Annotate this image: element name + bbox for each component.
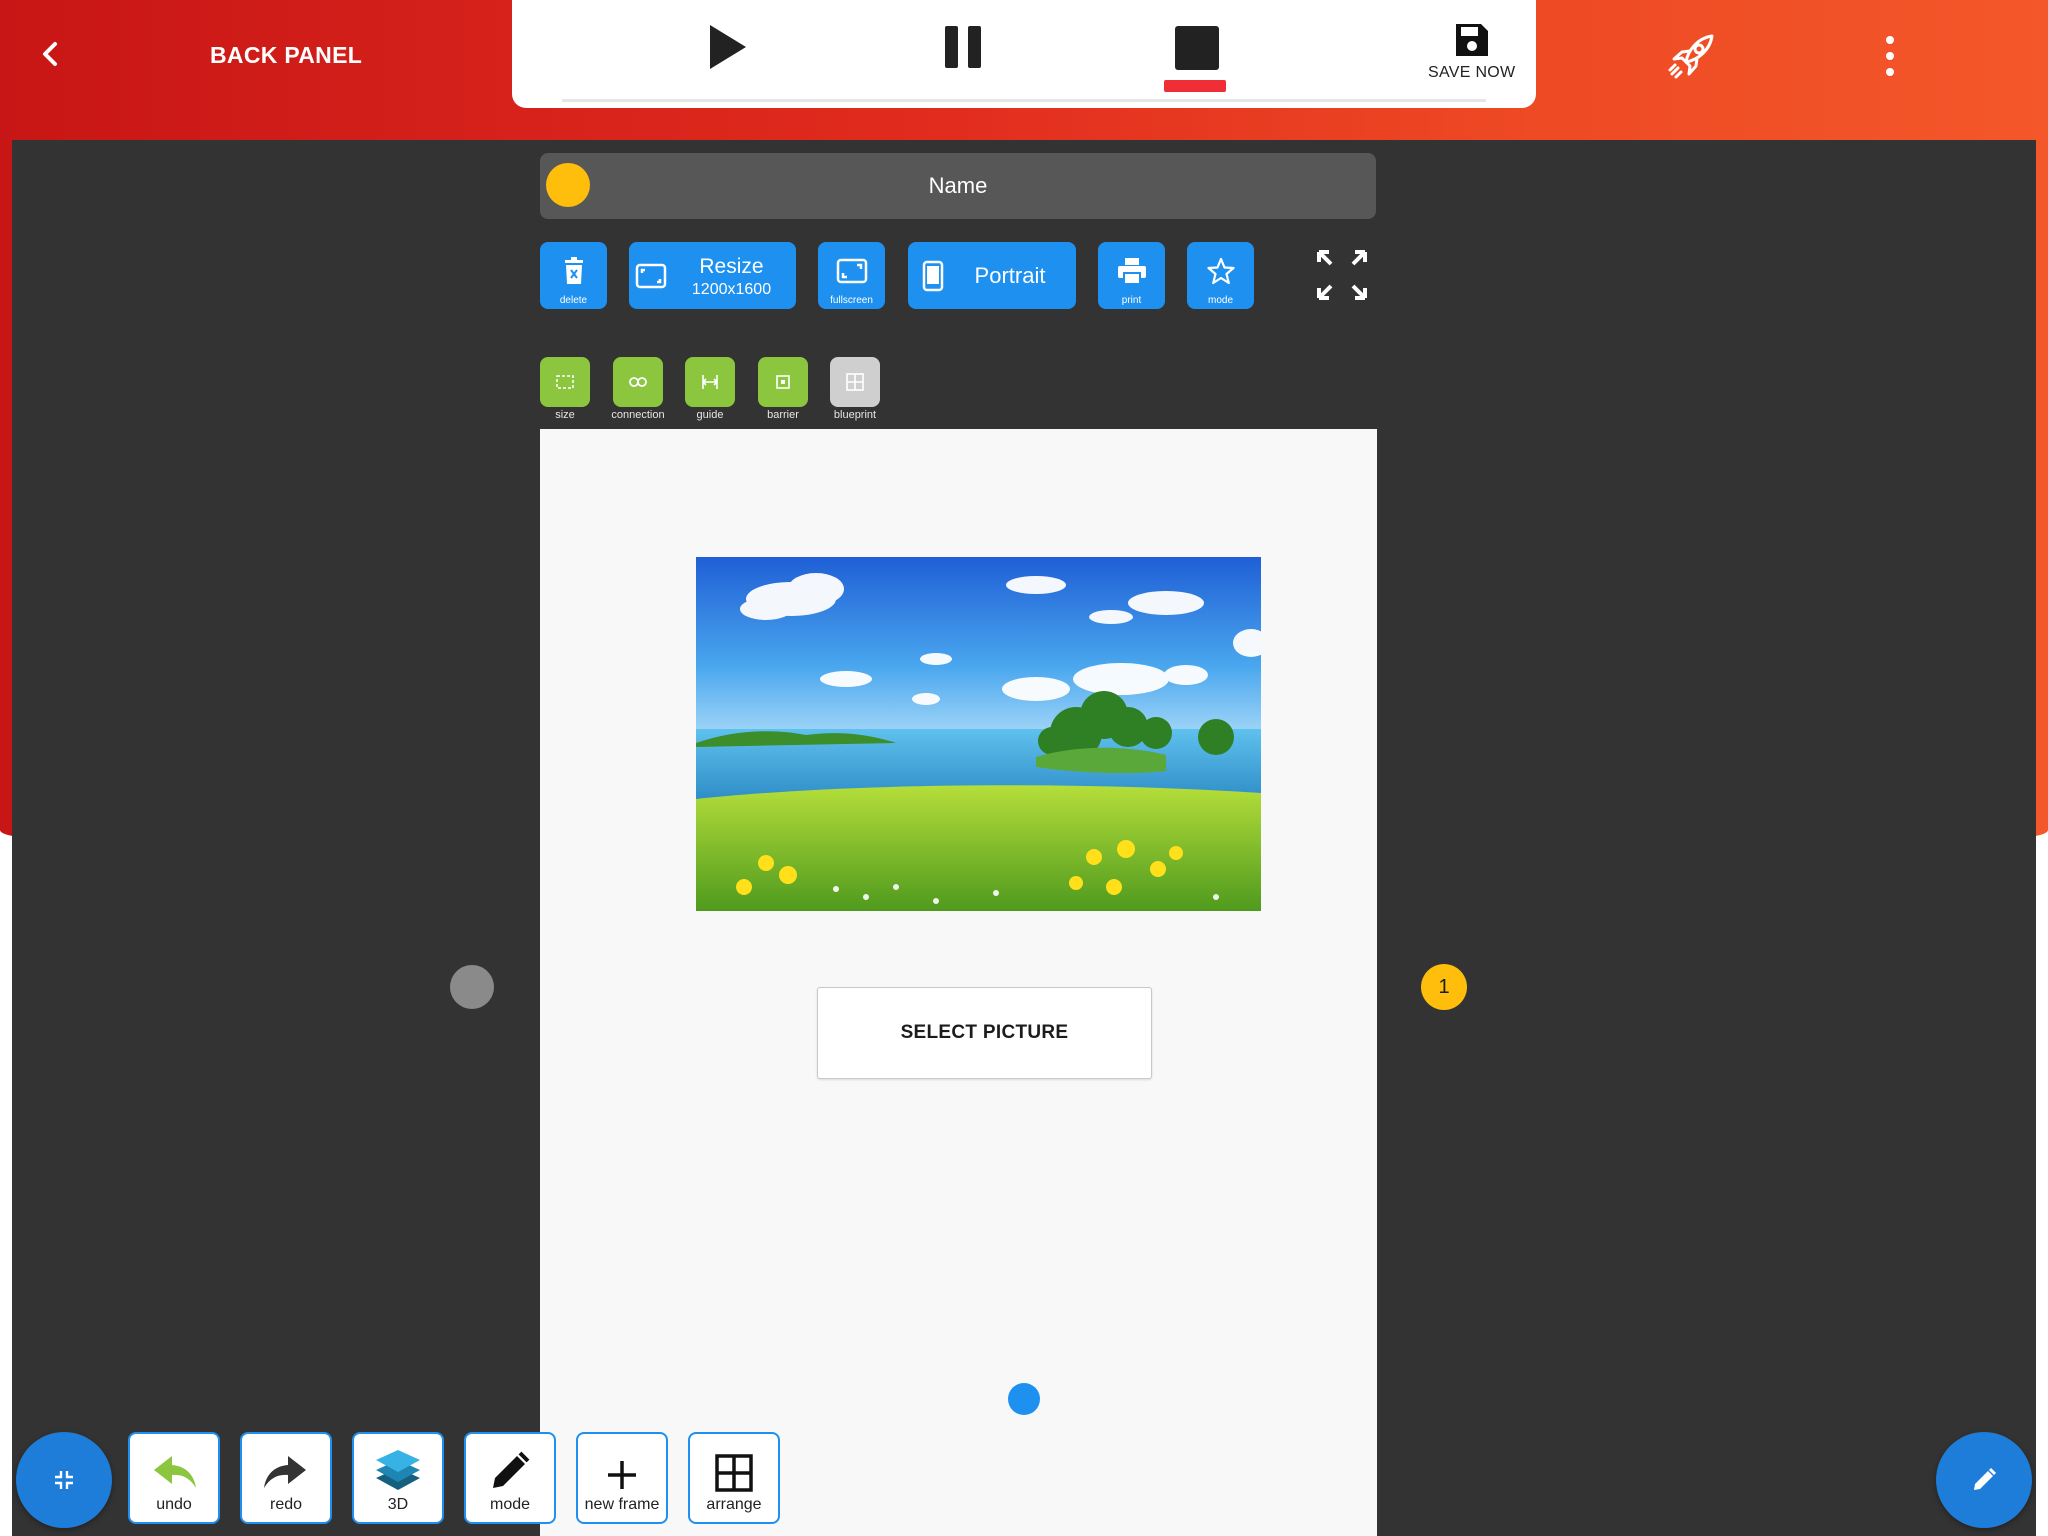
print-button[interactable]: print (1098, 242, 1165, 309)
save-now-button[interactable]: SAVE NOW (1428, 22, 1515, 82)
pause-button[interactable] (943, 24, 983, 70)
redo-button[interactable]: redo (240, 1432, 332, 1524)
guide-icon (701, 375, 719, 389)
landscape-picture[interactable] (696, 557, 1261, 911)
more-options-button[interactable] (1878, 36, 1902, 76)
undo-label: undo (156, 1496, 192, 1513)
stop-icon (1175, 26, 1219, 70)
tool-blueprint-label: blueprint (833, 409, 877, 421)
phone-portrait-icon (922, 260, 944, 291)
tool-guide-button[interactable] (685, 357, 735, 407)
rocket-icon (1668, 34, 1714, 79)
delete-label: delete (559, 295, 588, 306)
fullscreen-button[interactable]: fullscreen (818, 242, 885, 309)
expand-button[interactable] (1315, 248, 1369, 302)
delete-button[interactable]: delete (540, 242, 607, 309)
orientation-button[interactable]: Portrait (908, 242, 1076, 309)
stop-button[interactable] (1175, 26, 1219, 70)
tool-guide-label: guide (696, 409, 724, 421)
resize-label: Resize (699, 254, 764, 278)
tool-size-label: size (555, 409, 575, 421)
3d-label: 3D (387, 1496, 409, 1513)
fullscreen-exit-icon (55, 1471, 73, 1489)
size-icon (556, 375, 574, 389)
resize-icon (635, 263, 667, 288)
undo-icon (154, 1456, 196, 1488)
more-vert-icon (1886, 36, 1894, 44)
tool-barrier-button[interactable] (758, 357, 808, 407)
tool-blueprint-button[interactable] (830, 357, 880, 407)
frame-name: Name (928, 173, 988, 198)
barrier-icon (776, 375, 790, 389)
pencil-icon (493, 1451, 530, 1488)
active-indicator (1164, 80, 1226, 92)
fullscreen-expand-icon (1317, 250, 1367, 300)
play-button[interactable] (706, 22, 750, 72)
new-frame-label: new frame (584, 1496, 660, 1513)
arrange-label: arrange (706, 1496, 762, 1513)
pencil-icon (1974, 1467, 1997, 1490)
draw-mode-label: mode (489, 1496, 531, 1513)
print-label: print (1121, 295, 1142, 306)
collapse-fab[interactable] (16, 1432, 112, 1528)
draw-mode-button[interactable]: mode (464, 1432, 556, 1524)
playback-controls: SAVE NOW (512, 0, 1536, 108)
printer-icon (1117, 257, 1146, 285)
page-title: BACK PANEL (210, 42, 363, 68)
left-resize-handle[interactable] (450, 965, 494, 1009)
link-icon (629, 377, 647, 387)
trash-icon (564, 256, 583, 284)
tool-connection-label: connection (611, 409, 665, 421)
play-icon (710, 25, 746, 69)
layers-3d-icon (376, 1450, 420, 1490)
orientation-label: Portrait (974, 262, 1046, 288)
new-frame-button[interactable]: new frame (576, 1432, 668, 1524)
resize-dimensions: 1200x1600 (691, 280, 772, 298)
fullscreen-frame-icon (836, 258, 867, 283)
mode-label: mode (1207, 295, 1233, 306)
arrange-button[interactable]: arrange (688, 1432, 780, 1524)
tool-size-button[interactable] (540, 357, 590, 407)
blueprint-icon (846, 373, 864, 391)
undo-button[interactable]: undo (128, 1432, 220, 1524)
frame-count-badge[interactable]: 1 (1421, 964, 1467, 1010)
select-picture-button[interactable]: SELECT PICTURE (817, 987, 1152, 1079)
pause-icon (945, 26, 981, 68)
fullscreen-label: fullscreen (830, 295, 873, 306)
save-now-label: SAVE NOW (1428, 64, 1516, 81)
launch-button[interactable] (1666, 30, 1718, 82)
redo-icon (264, 1456, 306, 1488)
mode-favorite-button[interactable]: mode (1187, 242, 1254, 309)
floppy-disk-icon (1455, 24, 1488, 56)
frame-name-bar[interactable]: Name (540, 153, 1376, 219)
resize-button[interactable]: Resize 1200x1600 (629, 242, 796, 309)
playback-progress-track[interactable] (562, 99, 1486, 102)
edit-fab[interactable] (1936, 1432, 2032, 1528)
bottom-anchor-handle[interactable] (1008, 1383, 1040, 1415)
chevron-left-icon (43, 42, 57, 66)
tool-connection-button[interactable] (613, 357, 663, 407)
grid-icon (715, 1454, 753, 1492)
back-button[interactable] (30, 34, 70, 74)
3d-button[interactable]: 3D (352, 1432, 444, 1524)
redo-label: redo (269, 1496, 303, 1513)
tool-barrier-label: barrier (767, 409, 799, 421)
plus-icon (608, 1461, 636, 1489)
star-icon (1206, 257, 1235, 284)
